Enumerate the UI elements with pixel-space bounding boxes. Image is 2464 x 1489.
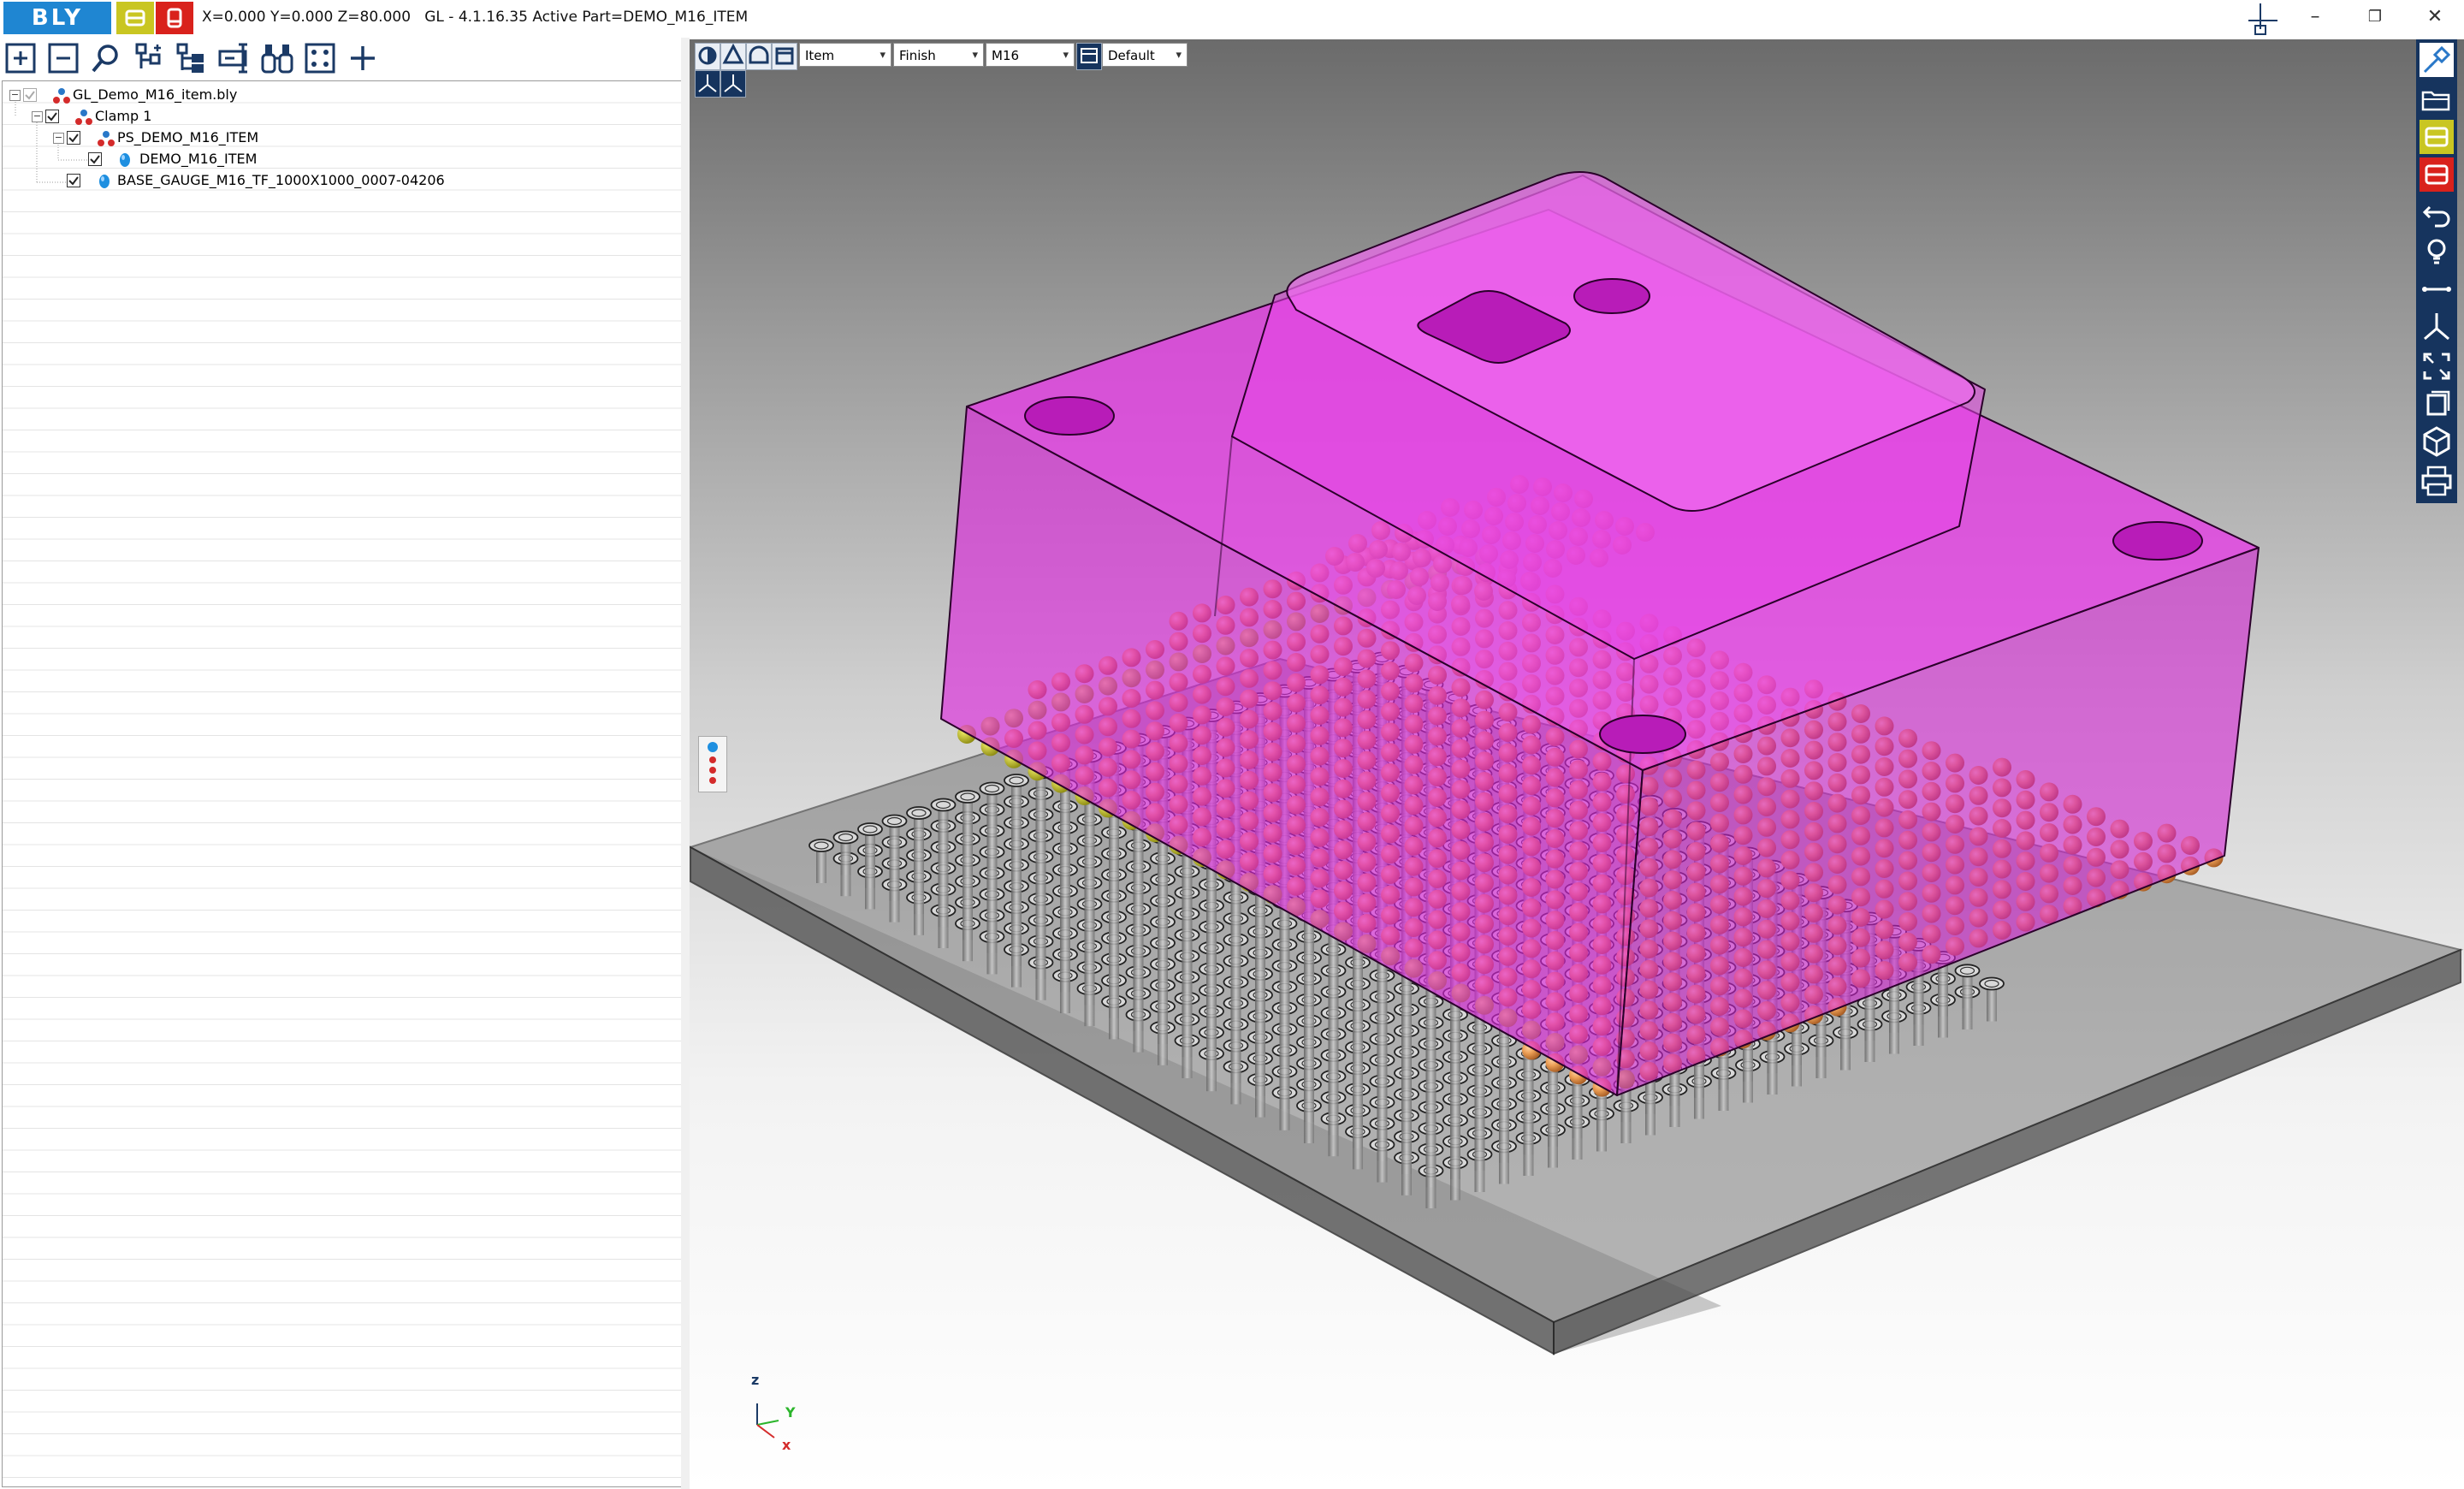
fit-view-icon[interactable] bbox=[2420, 349, 2454, 383]
part-tree-panel: − GL_Demo_M16_item.bly − Clamp 1 − PS_DE… bbox=[2, 80, 683, 1487]
tree-item-label: PS_DEMO_M16_ITEM bbox=[117, 129, 259, 145]
right-toolbar bbox=[2416, 39, 2457, 503]
tree-item-base-gauge[interactable]: BASE_GAUGE_M16_TF_1000X1000_0007-04206 bbox=[3, 170, 601, 191]
tree-item-root[interactable]: − GL_Demo_M16_item.bly bbox=[3, 85, 516, 105]
tree-add-icon[interactable] bbox=[132, 41, 168, 77]
fit-grid-icon[interactable] bbox=[303, 41, 339, 77]
rename-icon[interactable] bbox=[217, 41, 253, 77]
tree-checkbox[interactable] bbox=[67, 174, 80, 187]
tree-collapse-toggle[interactable]: − bbox=[32, 111, 43, 122]
measure-icon[interactable] bbox=[2420, 272, 2454, 306]
yellow-part-icon[interactable] bbox=[2420, 120, 2454, 154]
expand-all-icon[interactable] bbox=[3, 41, 39, 77]
lightbulb-icon[interactable] bbox=[2420, 234, 2454, 269]
tree-item-label: DEMO_M16_ITEM bbox=[139, 151, 258, 167]
axis-z-label: z bbox=[751, 1372, 759, 1388]
box-icon[interactable] bbox=[772, 43, 797, 70]
main-toolbar bbox=[0, 38, 684, 79]
tree-checkbox[interactable] bbox=[67, 131, 80, 145]
minimize-icon[interactable]: – bbox=[2289, 0, 2341, 34]
tree-item-demo-part[interactable]: DEMO_M16_ITEM bbox=[3, 149, 516, 169]
part-icon bbox=[120, 153, 130, 167]
part-outline-icon bbox=[125, 9, 145, 27]
iso-view-icon[interactable] bbox=[695, 70, 720, 98]
open-folder-icon[interactable] bbox=[2420, 82, 2454, 116]
add-icon[interactable] bbox=[346, 41, 382, 77]
bly-logo[interactable]: BLY bbox=[3, 2, 111, 34]
3d-viewport[interactable]: z Y x bbox=[690, 39, 2464, 1489]
axis-y-label: Y bbox=[785, 1404, 796, 1421]
tree-checkbox[interactable] bbox=[23, 88, 37, 102]
arch-icon[interactable] bbox=[746, 43, 772, 70]
pin-icon[interactable] bbox=[2420, 43, 2454, 77]
panel-splitter[interactable] bbox=[681, 38, 690, 1489]
cube-icon[interactable] bbox=[2420, 424, 2454, 459]
tree-collapse-toggle[interactable]: − bbox=[53, 133, 64, 144]
default-combo[interactable]: Default ▾ bbox=[1102, 43, 1188, 67]
close-icon[interactable]: ✕ bbox=[2409, 0, 2461, 34]
layout-icon[interactable] bbox=[1076, 43, 1102, 70]
restore-icon[interactable]: ❐ bbox=[2349, 0, 2401, 34]
cursor-crosshair-icon bbox=[2248, 3, 2277, 35]
size-combo[interactable]: M16 ▾ bbox=[986, 43, 1075, 67]
red-part-button[interactable] bbox=[156, 2, 193, 34]
tree-item-label: GL_Demo_M16_item.bly bbox=[73, 86, 238, 103]
tree-item-ps-demo[interactable]: − PS_DEMO_M16_ITEM bbox=[3, 128, 516, 148]
iso-view-alt-icon[interactable] bbox=[720, 70, 746, 98]
item-combo[interactable]: Item ▾ bbox=[799, 43, 891, 67]
view-toolbar: Item ▾ Finish ▾ M16 ▾ Default ▾ bbox=[695, 43, 1191, 103]
collapse-all-icon[interactable] bbox=[46, 41, 82, 77]
assembly-icon bbox=[75, 110, 92, 125]
tree-item-label: BASE_GAUGE_M16_TF_1000X1000_0007-04206 bbox=[117, 172, 445, 188]
print-icon[interactable] bbox=[2420, 464, 2454, 498]
axis-triad: z Y x bbox=[751, 1372, 796, 1453]
red-part-icon[interactable] bbox=[2420, 157, 2454, 192]
binoculars-icon[interactable] bbox=[260, 41, 296, 77]
tree-item-label: Clamp 1 bbox=[95, 108, 152, 124]
assembly-icon bbox=[98, 131, 115, 146]
tree-checkbox[interactable] bbox=[45, 110, 59, 123]
copy-icon[interactable] bbox=[2420, 387, 2454, 421]
finish-combo[interactable]: Finish ▾ bbox=[893, 43, 984, 67]
sphere-legend-widget[interactable] bbox=[698, 736, 727, 792]
yellow-part-button[interactable] bbox=[116, 2, 154, 34]
part-icon bbox=[99, 175, 110, 188]
undo-icon[interactable] bbox=[2420, 197, 2454, 231]
cone-icon[interactable] bbox=[720, 43, 746, 70]
tree-collapse-toggle[interactable]: − bbox=[9, 90, 21, 101]
3d-model-scene[interactable]: z Y x bbox=[690, 39, 2464, 1489]
tree-branch-icon[interactable] bbox=[175, 41, 210, 77]
assembly-icon bbox=[53, 88, 70, 104]
axis-x-label: x bbox=[782, 1437, 791, 1453]
tree-checkbox[interactable] bbox=[88, 152, 102, 166]
part-vertical-icon bbox=[167, 8, 182, 28]
shaded-icon[interactable] bbox=[695, 43, 720, 70]
axis-icon[interactable] bbox=[2420, 310, 2454, 344]
title-bar: BLY X=0.000 Y=0.000 Z=80.000 GL - 4.1.16… bbox=[0, 0, 2464, 38]
window-title: X=0.000 Y=0.000 Z=80.000 GL - 4.1.16.35 … bbox=[202, 9, 749, 26]
search-icon[interactable] bbox=[89, 41, 125, 77]
tree-item-clamp[interactable]: − Clamp 1 bbox=[3, 106, 516, 127]
